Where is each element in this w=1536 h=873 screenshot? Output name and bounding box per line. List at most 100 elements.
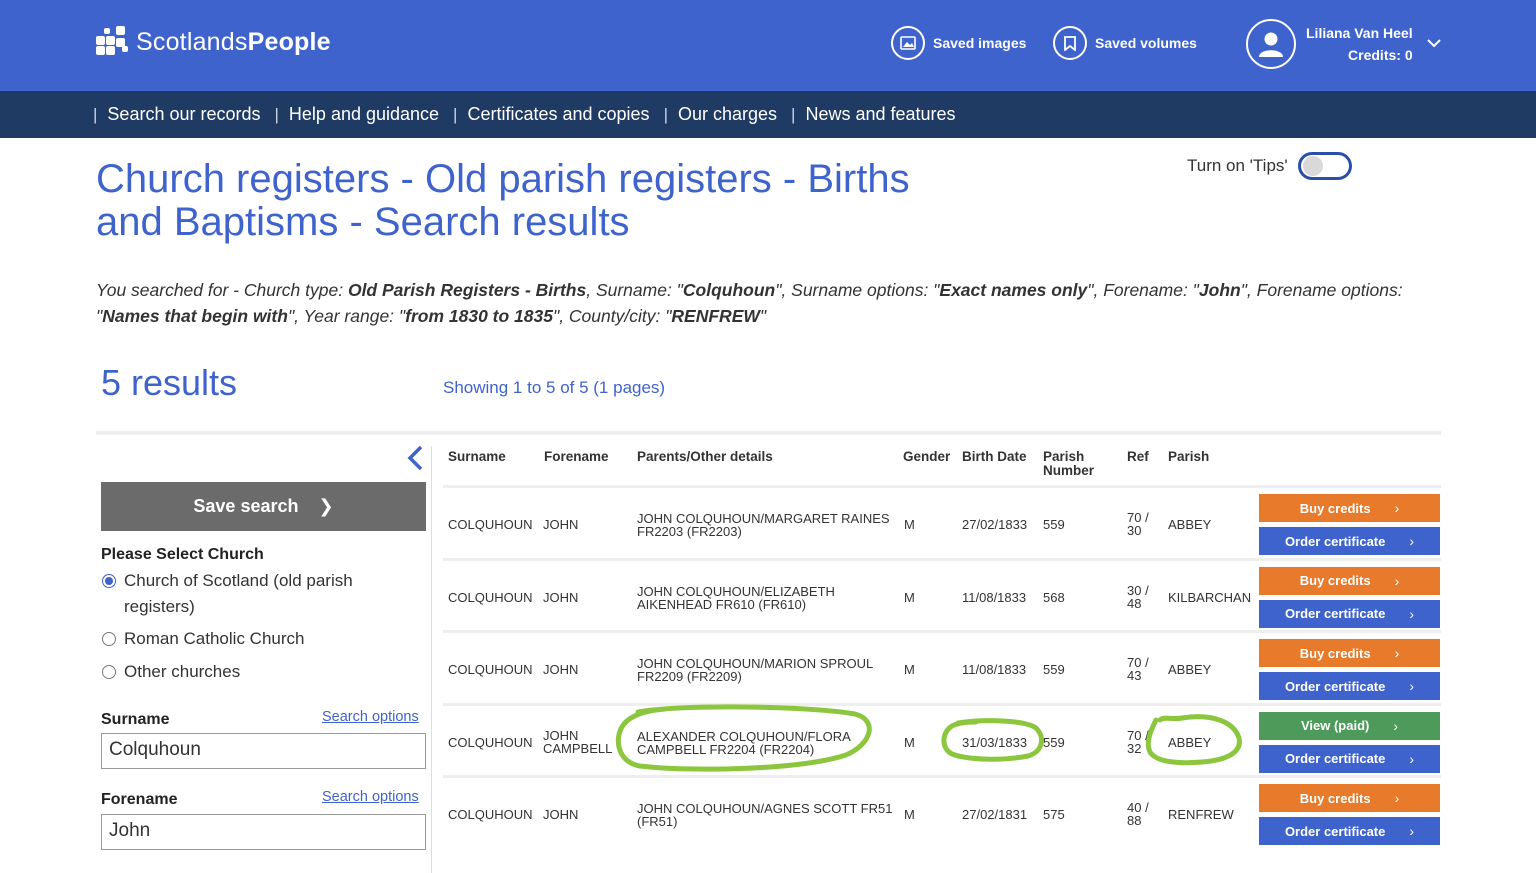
cell-parish-number: 559 — [1043, 662, 1065, 678]
radio-selected[interactable] — [102, 574, 116, 588]
cell-parish: KILBARCHAN — [1168, 589, 1252, 605]
page-title: Church registers - Old parish registers … — [96, 157, 910, 244]
chevron-right-icon: › — [1409, 605, 1415, 622]
view-paid-button[interactable]: View (paid) › — [1259, 711, 1440, 740]
chevron-right-icon: › — [1409, 750, 1415, 767]
toggle-knob — [1302, 156, 1323, 176]
chevron-right-icon: › — [1394, 645, 1400, 662]
cell-parents-2: (FR51) — [637, 814, 678, 830]
cell-ref: 70 / — [1127, 727, 1149, 743]
cell-surname: COLQUHOUN — [448, 517, 533, 532]
church-option-roman-catholic[interactable]: Roman Catholic Church — [101, 626, 401, 652]
cell-birth-date: 11/08/1833 — [962, 589, 1027, 605]
church-option-other[interactable]: Other churches — [101, 659, 401, 685]
nav-help-and-guidance[interactable]: Help and guidance — [289, 104, 439, 125]
cell-surname: COLQUHOUN — [448, 807, 533, 823]
collapse-sidebar-button[interactable] — [403, 444, 427, 472]
col-parents: Parents/Other details — [637, 449, 773, 464]
site-logo[interactable]: ScotlandsPeople — [96, 14, 331, 70]
chevron-left-icon — [407, 445, 423, 471]
pagination-summary: Showing 1 to 5 of 5 (1 pages) — [443, 378, 666, 397]
col-ref: Ref — [1127, 449, 1149, 464]
buy-credits-button[interactable]: Buy credits › — [1259, 494, 1440, 522]
church-option-scotland[interactable]: Church of Scotland (old parish registers) — [101, 568, 401, 620]
chevron-right-icon: › — [1409, 823, 1415, 840]
cell-forename: JOHN — [543, 517, 579, 532]
saved-volumes-button[interactable]: Saved volumes — [1053, 26, 1197, 60]
buy-credits-button[interactable]: Buy credits › — [1259, 566, 1440, 595]
cell-ref-2: 88 — [1127, 813, 1142, 829]
row-divider — [443, 630, 1441, 634]
cell-ref-2: 48 — [1127, 595, 1142, 611]
forename-search-options-link[interactable]: Search options — [322, 789, 419, 805]
surname-search-options-link[interactable]: Search options — [322, 709, 419, 725]
radio-unselected[interactable] — [102, 632, 116, 646]
chevron-right-icon: › — [1409, 533, 1415, 549]
cell-gender: M — [904, 807, 915, 823]
chevron-right-icon: › — [1394, 500, 1400, 516]
cell-forename-2: CAMPBELL — [543, 740, 613, 756]
order-certificate-button[interactable]: Order certificate › — [1259, 817, 1440, 846]
logo-text: ScotlandsPeople — [136, 27, 331, 56]
order-certificate-button[interactable]: Order certificate › — [1259, 672, 1440, 701]
buy-credits-button[interactable]: Buy credits › — [1259, 784, 1440, 813]
user-name: Liliana Van Heel — [1306, 25, 1413, 41]
search-summary: You searched for - Church type: Old Pari… — [96, 280, 1403, 326]
forename-input[interactable]: John — [101, 814, 426, 850]
results-count: 5 results — [101, 362, 238, 403]
main-nav: | Search our records | Help and guidance… — [0, 91, 1536, 138]
cell-parents-2: AIKENHEAD FR610 (FR610) — [637, 596, 807, 612]
buy-credits-button[interactable]: Buy credits › — [1259, 639, 1440, 668]
cell-parish-number: 568 — [1043, 589, 1065, 605]
cell-parish: ABBEY — [1168, 734, 1212, 750]
logo-puzzle-icon — [96, 24, 132, 60]
chevron-down-icon[interactable] — [1426, 35, 1441, 53]
tips-toggle[interactable] — [1297, 152, 1352, 180]
tips-label: Turn on 'Tips' — [1187, 156, 1288, 175]
order-certificate-button[interactable]: Order certificate › — [1259, 599, 1440, 628]
radio-unselected[interactable] — [102, 665, 116, 679]
saved-images-button[interactable]: Saved images — [891, 26, 1026, 60]
cell-surname: COLQUHOUN — [448, 734, 533, 750]
nav-certificates-and-copies[interactable]: Certificates and copies — [467, 104, 649, 125]
cell-forename: JOHN — [543, 727, 579, 743]
user-menu[interactable]: Liliana Van Heel Credits: 0 — [1246, 19, 1441, 69]
surname-input[interactable]: Colquhoun — [101, 733, 426, 769]
saved-images-label: Saved images — [933, 35, 1027, 51]
cell-birth-date: 31/03/1833 — [962, 734, 1028, 750]
col-surname: Surname — [448, 449, 506, 464]
cell-parish-number: 559 — [1043, 517, 1065, 532]
sidebar-divider — [431, 446, 432, 873]
cell-ref-2: 32 — [1127, 740, 1142, 756]
image-icon — [891, 26, 925, 60]
col-birth-date: Birth Date — [962, 449, 1027, 464]
nav-our-charges[interactable]: Our charges — [678, 104, 777, 125]
row-divider — [443, 702, 1441, 706]
surname-label: Surname — [101, 711, 170, 728]
cell-parents-2: CAMPBELL FR2204 (FR2204) — [637, 741, 815, 757]
order-certificate-button[interactable]: Order certificate › — [1259, 527, 1440, 555]
user-avatar-icon — [1246, 19, 1296, 69]
col-gender: Gender — [903, 449, 951, 464]
row-divider — [443, 557, 1441, 561]
nav-news-and-features[interactable]: News and features — [805, 104, 955, 125]
bookmark-icon — [1053, 26, 1087, 60]
chevron-right-icon: › — [1394, 790, 1400, 807]
col-forename: Forename — [544, 449, 609, 464]
cell-ref-2: 43 — [1127, 668, 1142, 684]
save-search-button[interactable]: Save search ❯ — [101, 482, 426, 531]
cell-forename: JOHN — [543, 662, 579, 678]
cell-parish-number: 559 — [1043, 734, 1065, 750]
cell-parents: ALEXANDER COLQUHOUN/FLORA — [637, 728, 851, 744]
nav-search-our-records[interactable]: Search our records — [107, 104, 260, 125]
cell-birth-date: 27/02/1833 — [962, 517, 1028, 532]
cell-surname: COLQUHOUN — [448, 662, 533, 678]
forename-label: Forename — [101, 791, 178, 808]
cell-parish-number: 575 — [1043, 807, 1065, 823]
col-parish-number: Parish Number — [1043, 449, 1095, 478]
chevron-right-icon: › — [1409, 678, 1415, 695]
saved-volumes-label: Saved volumes — [1095, 35, 1197, 51]
chevron-right-icon: › — [1393, 717, 1399, 734]
order-certificate-button[interactable]: Order certificate › — [1259, 744, 1440, 773]
col-parish: Parish — [1168, 449, 1210, 464]
